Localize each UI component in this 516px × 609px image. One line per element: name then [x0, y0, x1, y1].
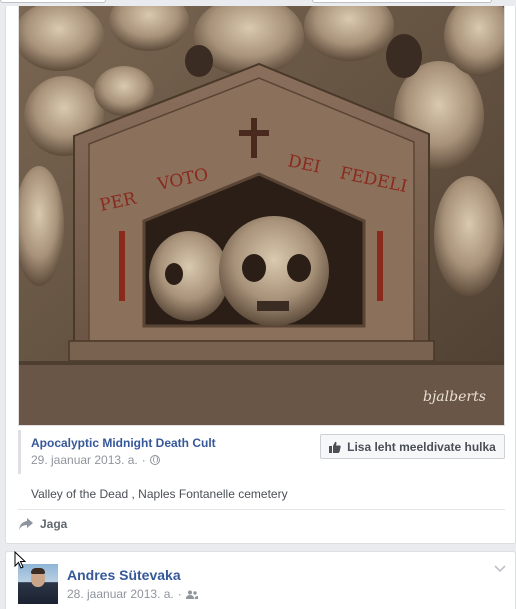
globe-icon[interactable]: [149, 455, 160, 465]
shared-post-card: PER VOTO DEI FEDELI bjalberts Apocalypti…: [5, 6, 516, 544]
chevron-down-icon[interactable]: [494, 565, 506, 573]
shared-link-box[interactable]: PER VOTO DEI FEDELI bjalberts: [18, 6, 505, 426]
post-meta: 28. jaanuar 2013. a. ·: [67, 587, 198, 601]
post-date[interactable]: 28. jaanuar 2013. a.: [67, 587, 174, 601]
post-meta: 29. jaanuar 2013. a. ·: [31, 453, 160, 467]
meta-separator: ·: [141, 453, 146, 467]
thumbs-up-icon: [329, 441, 341, 453]
share-label: Jaga: [40, 517, 68, 531]
previous-input-stub[interactable]: [312, 0, 492, 3]
next-post-card: Andres Sütevaka 28. jaanuar 2013. a. ·: [5, 551, 516, 609]
page-title-link[interactable]: Apocalyptic Midnight Death Cult: [31, 436, 216, 450]
author-name-link[interactable]: Andres Sütevaka: [67, 567, 181, 583]
share-button[interactable]: Jaga: [18, 514, 67, 534]
shared-image[interactable]: PER VOTO DEI FEDELI bjalberts: [19, 6, 504, 425]
avatar-hair: [31, 568, 45, 574]
image-watermark: bjalberts: [423, 389, 486, 405]
like-page-label: Lisa leht meeldivate hulka: [347, 439, 496, 454]
link-info: Apocalyptic Midnight Death Cult 29. jaan…: [18, 430, 505, 508]
post-date[interactable]: 29. jaanuar 2013. a.: [31, 453, 138, 467]
like-page-button[interactable]: Lisa leht meeldivate hulka: [320, 434, 505, 459]
meta-separator: ·: [177, 587, 182, 601]
previous-button-stub[interactable]: [0, 0, 106, 3]
friends-icon[interactable]: [185, 590, 198, 599]
link-description: Valley of the Dead , Naples Fontanelle c…: [31, 487, 288, 501]
quote-bar: [18, 430, 21, 474]
mouse-cursor-icon: [14, 551, 27, 569]
action-divider: [18, 509, 505, 510]
share-arrow-icon: [19, 518, 33, 530]
